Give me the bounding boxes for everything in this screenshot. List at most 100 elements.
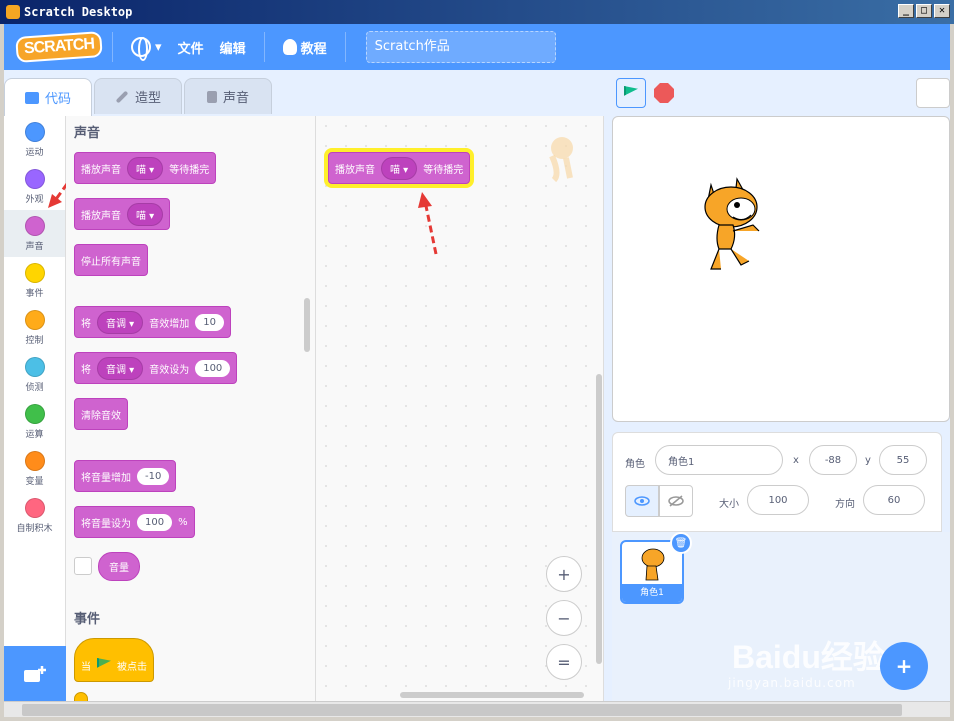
cat-sprite[interactable] (697, 175, 769, 275)
workspace-hscrollbar[interactable] (400, 692, 584, 698)
tutorials-menu[interactable]: 教程 (282, 38, 327, 57)
workspace-block-play-sound-until-done[interactable]: 播放声音 喵 ▾ 等待播完 (328, 152, 471, 184)
direction-label: 方向 (835, 499, 855, 510)
category-my-blocks[interactable]: 自制积木 (4, 492, 65, 539)
block-text: 播放声音 (81, 164, 121, 176)
stage[interactable] (612, 116, 950, 422)
category-dot (24, 309, 45, 330)
sprite-name-input[interactable]: 角色1 (655, 445, 783, 475)
sound-dropdown[interactable]: 喵 ▾ (127, 156, 164, 180)
tab-costumes-label: 造型 (134, 91, 161, 106)
stop-button[interactable] (654, 83, 674, 103)
palette-heading-events: 事件 (74, 612, 101, 627)
sprite-info-panel: 角色 角色1 x -88 y 55 大小 100 方向 60 (612, 432, 942, 532)
number-input[interactable]: 100 (137, 513, 173, 531)
tutorials-label: 教程 (300, 41, 327, 57)
effect-dropdown[interactable]: 音调 ▾ (97, 310, 144, 334)
y-input[interactable]: 55 (879, 445, 927, 475)
block-when-flag-clicked[interactable]: 当 被点击 (74, 638, 154, 682)
file-menu[interactable]: 文件 (178, 38, 204, 57)
block-stop-all-sounds[interactable]: 停止所有声音 (74, 244, 148, 276)
block-text: 音效设为 (149, 364, 190, 376)
editor-tabs: 代码 造型 声音 (4, 78, 274, 116)
number-input[interactable]: -10 (137, 467, 170, 485)
palette-scrollbar[interactable] (304, 298, 310, 352)
lightbulb-icon (282, 39, 297, 55)
scratch-logo[interactable]: SCRATCH (15, 31, 103, 63)
volume-monitor-checkbox[interactable] (74, 557, 92, 575)
dropdown-value: 喵 (136, 164, 146, 176)
category-events[interactable]: 事件 (4, 257, 65, 304)
block-text: 将 (81, 318, 91, 330)
zoom-out-button[interactable]: − (546, 600, 582, 636)
zoom-in-button[interactable]: + (546, 556, 582, 592)
stage-header (608, 70, 950, 116)
add-extension-button[interactable] (4, 646, 66, 701)
category-motion[interactable]: 运动 (4, 116, 65, 163)
green-flag-icon (624, 86, 638, 96)
block-set-volume[interactable]: 将音量设为 100 % (74, 506, 195, 538)
code-workspace[interactable]: 播放声音 喵 ▾ 等待播完 + − = (316, 116, 604, 701)
sound-dropdown[interactable]: 喵 ▾ (127, 202, 164, 226)
category-dot (24, 356, 45, 377)
zoom-reset-button[interactable]: = (546, 644, 582, 680)
block-change-volume[interactable]: 将音量增加 -10 (74, 460, 177, 492)
tab-costumes[interactable]: 造型 (94, 78, 182, 114)
block-event-partial[interactable] (74, 692, 88, 701)
block-text: 将 (81, 364, 91, 376)
block-text: 播放声音 (81, 210, 121, 222)
size-input[interactable]: 100 (747, 485, 809, 515)
palette-heading-sound: 声音 (74, 126, 101, 141)
block-clear-effects[interactable]: 清除音效 (74, 398, 128, 430)
chevron-down-icon: ▾ (155, 39, 162, 55)
effect-dropdown[interactable]: 音调 ▾ (97, 356, 144, 380)
sprite-watermark-icon (549, 137, 573, 182)
category-operators[interactable]: 运算 (4, 398, 65, 445)
delete-sprite-button[interactable]: 🗑 (670, 532, 692, 554)
tab-code-label: 代码 (44, 92, 71, 107)
category-dot (24, 403, 45, 424)
block-start-sound[interactable]: 播放声音 喵 ▾ (74, 198, 171, 230)
code-icon (24, 91, 39, 104)
block-text: 将音量增加 (81, 472, 131, 484)
number-input[interactable]: 100 (195, 359, 231, 377)
language-menu[interactable]: ▾ (131, 37, 162, 61)
hscrollbar-thumb[interactable] (22, 704, 902, 716)
tab-code[interactable]: 代码 (4, 78, 92, 116)
green-flag-button[interactable] (616, 78, 646, 108)
category-variables[interactable]: 变量 (4, 445, 65, 492)
category-label: 外观 (25, 194, 44, 205)
tab-sounds[interactable]: 声音 (184, 78, 272, 114)
extension-icon (24, 665, 46, 682)
category-sensing[interactable]: 侦测 (4, 351, 65, 398)
close-button[interactable]: ✕ (934, 4, 950, 18)
block-text: 音效增加 (149, 318, 190, 330)
project-title-input[interactable]: Scratch作品 (365, 31, 556, 63)
maximize-button[interactable]: □ (916, 4, 932, 18)
block-text: % (178, 516, 188, 528)
block-play-sound-until-done[interactable]: 播放声音 喵 ▾ 等待播完 (74, 152, 217, 184)
hide-sprite-button[interactable] (659, 485, 693, 517)
number-input[interactable]: 10 (195, 313, 224, 331)
stage-layout-button[interactable] (916, 78, 950, 108)
category-sound[interactable]: 声音 (4, 210, 65, 257)
x-input[interactable]: -88 (809, 445, 857, 475)
dropdown-value: 喵 (390, 164, 400, 176)
add-sprite-button[interactable]: + (880, 642, 928, 690)
window-hscrollbar[interactable] (4, 701, 950, 717)
sound-dropdown[interactable]: 喵 ▾ (381, 156, 418, 180)
direction-input[interactable]: 60 (863, 485, 925, 515)
category-label: 自制积木 (16, 523, 53, 534)
block-volume-reporter[interactable]: 音量 (98, 552, 140, 581)
block-change-effect[interactable]: 将 音调 ▾ 音效增加 10 (74, 306, 231, 338)
editor-main: 代码 造型 声音 运动 外观 声音 事件 控制 侦测 运算 变量 自制积木 声音 (4, 70, 950, 701)
window-titlebar: Scratch Desktop _ □ ✕ (0, 0, 954, 24)
show-sprite-button[interactable] (625, 485, 659, 517)
category-dot (24, 262, 45, 283)
category-control[interactable]: 控制 (4, 304, 65, 351)
category-label: 运算 (25, 429, 44, 440)
workspace-vscrollbar[interactable] (596, 374, 602, 664)
minimize-button[interactable]: _ (898, 4, 914, 18)
edit-menu[interactable]: 编辑 (220, 38, 246, 57)
block-set-effect[interactable]: 将 音调 ▾ 音效设为 100 (74, 352, 238, 384)
